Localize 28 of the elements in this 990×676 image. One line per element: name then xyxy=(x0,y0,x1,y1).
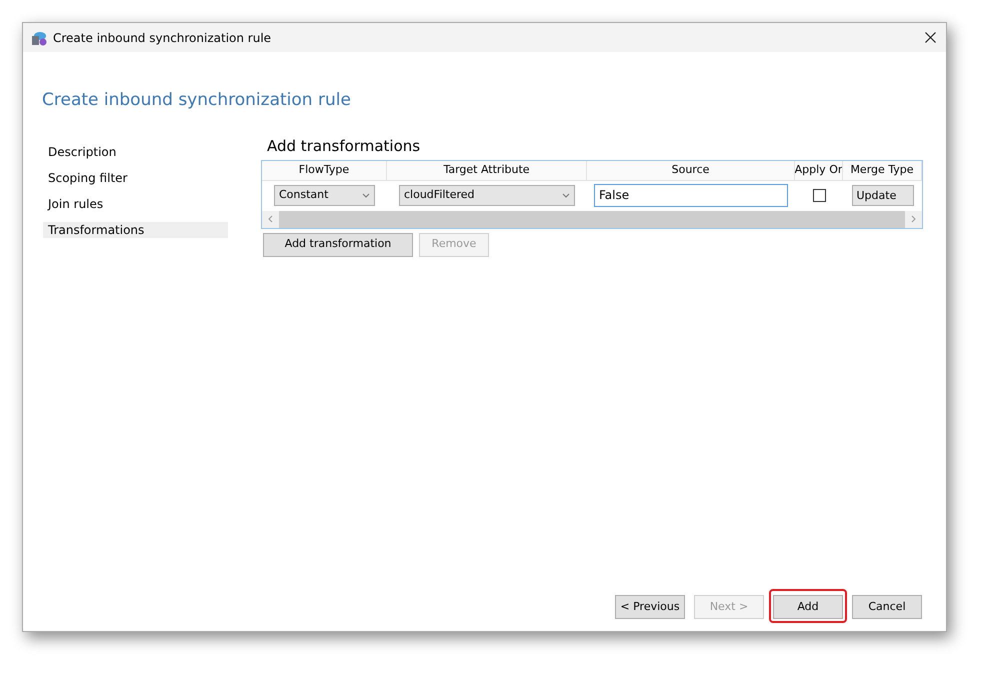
sync-app-icon xyxy=(31,30,47,46)
sidebar-item[interactable]: Transformations xyxy=(43,222,228,238)
dropdown[interactable]: cloudFiltered xyxy=(399,185,575,206)
chevron-down-icon xyxy=(562,193,570,198)
section-title: Add transformations xyxy=(267,136,422,156)
dialog-button[interactable]: Add transformation xyxy=(263,232,413,256)
chevron-down-icon xyxy=(362,193,370,198)
sidebar-item[interactable]: Join rules xyxy=(43,196,228,212)
column-header: FlowType xyxy=(262,160,387,180)
dialog-button[interactable]: < Previous xyxy=(615,595,685,619)
horizontal-scrollbar[interactable] xyxy=(262,210,922,228)
dropdown[interactable]: Constant xyxy=(274,185,375,206)
dialog-button[interactable]: Cancel xyxy=(852,595,922,619)
close-icon[interactable] xyxy=(925,32,936,43)
window-title: Create inbound synchronization rule xyxy=(53,30,272,46)
sidebar-item[interactable]: Scoping filter xyxy=(43,170,228,186)
page-heading: Create inbound synchronization rule xyxy=(42,89,352,112)
checkbox[interactable] xyxy=(812,189,826,202)
column-header: Apply Or xyxy=(795,160,843,180)
column-header: Source xyxy=(587,160,795,180)
dialog-button[interactable]: Add xyxy=(773,595,843,619)
scroll-left-icon[interactable] xyxy=(268,215,273,223)
source-field[interactable]: False xyxy=(594,184,788,207)
merge-type-box[interactable]: Update xyxy=(852,185,914,206)
sidebar-item[interactable]: Description xyxy=(43,144,228,160)
column-header: Merge Type xyxy=(843,160,922,180)
scroll-right-icon[interactable] xyxy=(911,215,916,223)
column-header: Target Attribute xyxy=(387,160,587,180)
